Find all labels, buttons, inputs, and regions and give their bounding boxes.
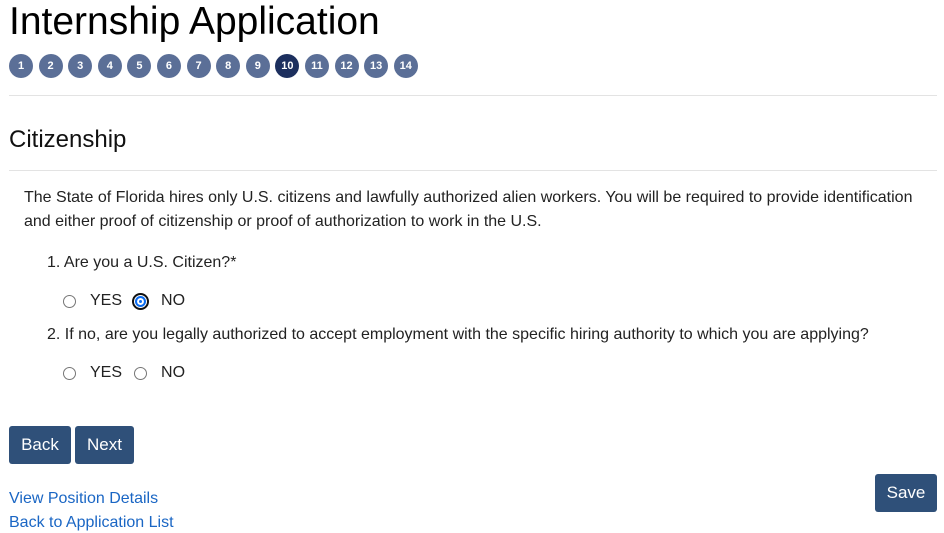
question-1-label: 1. Are you a U.S. Citizen?*	[47, 254, 237, 271]
next-button[interactable]: Next	[75, 426, 134, 464]
q1-no-radio-selected[interactable]	[132, 292, 150, 310]
step-1[interactable]: 1	[9, 54, 33, 78]
q2-yes-label[interactable]: YES	[90, 364, 122, 382]
q2-no-label[interactable]: NO	[161, 364, 185, 382]
view-position-details-link[interactable]: View Position Details	[9, 489, 158, 509]
q1-no-label[interactable]: NO	[161, 292, 185, 310]
step-3[interactable]: 3	[68, 54, 93, 78]
question-1-options: YES NO	[63, 292, 197, 310]
step-9[interactable]: 9	[245, 54, 270, 78]
save-button[interactable]: Save	[875, 474, 937, 512]
q2-no-radio[interactable]	[134, 366, 148, 380]
step-8[interactable]: 8	[216, 54, 241, 78]
step-4[interactable]: 4	[97, 54, 122, 78]
step-13[interactable]: 13	[364, 54, 389, 78]
back-button[interactable]: Back	[9, 426, 71, 464]
step-11[interactable]: 11	[304, 54, 329, 78]
page-title: Internship Application	[9, 0, 380, 43]
step-6[interactable]: 6	[156, 54, 181, 78]
q1-yes-radio[interactable]	[63, 294, 76, 308]
citizenship-intro-text: The State of Florida hires only U.S. cit…	[24, 189, 913, 230]
step-navigation: 1 2 3 4 5 6 7 8 9 10 11 12 13 14	[9, 54, 418, 78]
divider	[9, 95, 937, 96]
divider	[9, 170, 937, 171]
q2-yes-radio[interactable]	[63, 366, 76, 380]
back-to-application-list-link[interactable]: Back to Application List	[9, 513, 174, 533]
section-title: Citizenship	[9, 126, 127, 153]
step-12[interactable]: 12	[334, 54, 359, 78]
question-2-label: 2. If no, are you legally authorized to …	[47, 326, 869, 343]
step-10-current[interactable]: 10	[275, 54, 300, 78]
question-2-options: YES NO	[63, 364, 197, 382]
step-7[interactable]: 7	[186, 54, 211, 78]
step-5[interactable]: 5	[127, 54, 152, 78]
step-2[interactable]: 2	[38, 54, 63, 78]
q1-yes-label[interactable]: YES	[90, 292, 122, 310]
step-14[interactable]: 14	[393, 54, 418, 78]
